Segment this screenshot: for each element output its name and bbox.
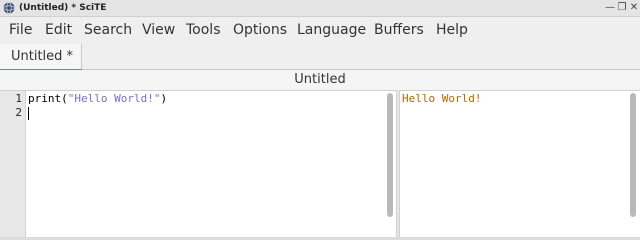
- tab-label: Untitled *: [11, 49, 74, 64]
- menu-buffers[interactable]: Buffers: [374, 21, 424, 39]
- minimize-button[interactable]: —: [604, 1, 616, 15]
- code-line: print("Hello World!"): [28, 92, 167, 106]
- line-number-gutter: 1 2: [0, 91, 26, 237]
- code-string: "Hello World!": [67, 92, 161, 105]
- output-text: Hello World!: [402, 92, 482, 105]
- menu-options[interactable]: Options: [233, 21, 287, 39]
- tab-bar: Untitled *: [0, 44, 640, 71]
- restore-button[interactable]: ❐: [616, 1, 628, 15]
- line-number: 2: [15, 106, 22, 119]
- window-title: (Untitled) * SciTE: [19, 3, 107, 13]
- menu-file[interactable]: File: [9, 21, 32, 39]
- menu-language[interactable]: Language: [297, 21, 366, 39]
- output-pane[interactable]: Hello World!: [400, 90, 640, 237]
- scite-globe-icon: [3, 2, 15, 14]
- editor-pane[interactable]: 1 2 print("Hello World!"): [0, 90, 396, 237]
- menu-bar: File Edit Search View Tools Options Lang…: [0, 17, 640, 44]
- output-scrollbar[interactable]: [630, 93, 636, 217]
- code-paren: ): [160, 92, 168, 105]
- text-caret: [28, 107, 29, 120]
- line-number: 1: [15, 92, 22, 105]
- menu-view[interactable]: View: [142, 21, 175, 39]
- title-bar: (Untitled) * SciTE — ❐ ✕: [0, 0, 640, 17]
- menu-tools[interactable]: Tools: [186, 21, 221, 39]
- close-button[interactable]: ✕: [628, 1, 640, 15]
- code-func: print(: [28, 92, 68, 105]
- menu-help[interactable]: Help: [436, 21, 468, 39]
- editor-scrollbar[interactable]: [387, 93, 393, 217]
- menu-search[interactable]: Search: [84, 21, 132, 39]
- tab-untitled[interactable]: Untitled *: [0, 44, 82, 71]
- document-title: Untitled: [0, 70, 640, 90]
- menu-edit[interactable]: Edit: [45, 21, 72, 39]
